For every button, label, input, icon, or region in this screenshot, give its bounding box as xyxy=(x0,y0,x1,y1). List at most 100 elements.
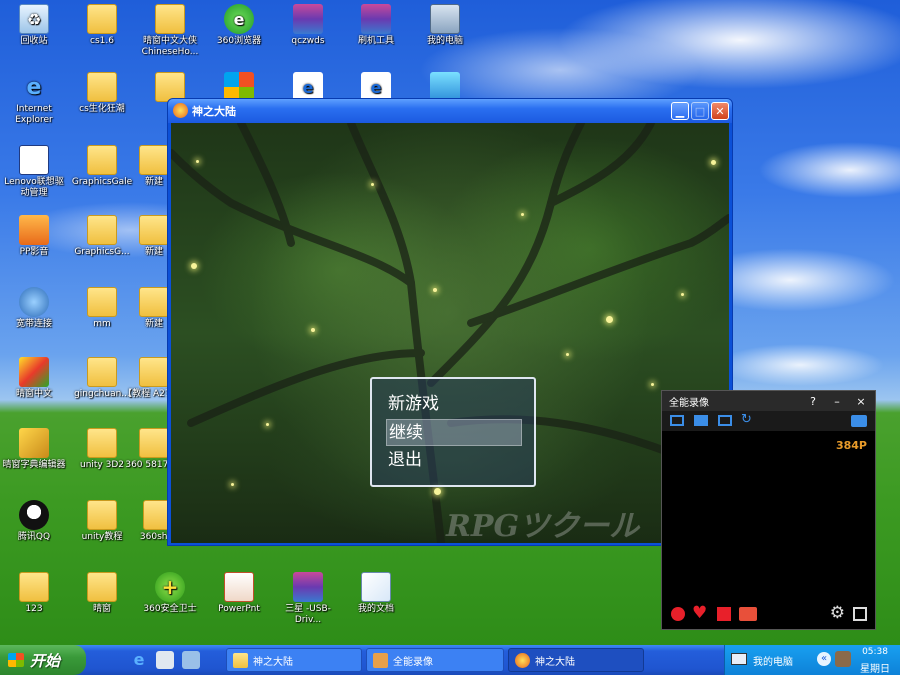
start-button[interactable]: 开始 xyxy=(0,645,86,675)
desktop-icon-pp-player[interactable]: PP影音 xyxy=(0,215,68,258)
taskbar-item-recorder[interactable]: 全能录像 xyxy=(366,648,504,672)
icon-label: unity教程 xyxy=(81,532,123,542)
task-label: 全能录像 xyxy=(393,656,433,668)
desktop-icon-360-browser[interactable]: e 360浏览器 xyxy=(205,4,273,47)
my-computer-icon xyxy=(430,4,460,34)
firefly xyxy=(711,160,716,165)
desktop-icon-360-security[interactable]: + 360安全卫士 xyxy=(136,572,204,615)
camera-settings-icon[interactable] xyxy=(851,415,867,427)
desktop-icon-qingchuang[interactable]: 晴窗中文 xyxy=(0,357,68,400)
keyboard-icon[interactable] xyxy=(731,653,747,665)
recorder-window[interactable]: 全能录像 ? – × ↻ 384P ♥ ⚙ xyxy=(661,390,876,630)
desktop-icon-qczwds[interactable]: qczwds xyxy=(274,4,342,47)
game-canvas[interactable]: 新游戏 继续 退出 RPGツクール xyxy=(171,123,729,543)
taskbar-item-game[interactable]: 神之大陆 xyxy=(508,648,644,672)
powerpoint-icon xyxy=(224,572,254,602)
icon-label: 我的文档 xyxy=(357,604,394,614)
firefly xyxy=(191,263,197,269)
desktop-icon-samsung-usb[interactable]: 三星 -USB-Driv... xyxy=(274,572,342,626)
folder-icon xyxy=(87,428,117,458)
game-window[interactable]: 神之大陆 ▁ □ ✕ 新游戏 继续 退出 RPGツクール xyxy=(167,98,733,546)
recycle-bin-icon: ♻ xyxy=(19,4,49,34)
icon-label: 晴窗中文 xyxy=(15,389,52,399)
desktop-icon-cs16[interactable]: cs1.6 xyxy=(68,4,136,47)
camera-snapshot-icon[interactable] xyxy=(739,607,757,621)
firefly xyxy=(371,183,374,186)
desktop-icon-broadband[interactable]: 宽带连接 xyxy=(0,287,68,330)
icon-label: 新建 xyxy=(144,177,163,187)
window-capture-icon[interactable] xyxy=(694,415,708,426)
icon-label: 新建 xyxy=(144,247,163,257)
desktop-icon-ie[interactable]: e Internet Explorer xyxy=(0,72,68,126)
taskbar-item-explorer[interactable]: 神之大陆 xyxy=(226,648,362,672)
maximize-button[interactable]: □ xyxy=(691,102,709,120)
folder-icon xyxy=(87,572,117,602)
game-window-titlebar[interactable]: 神之大陆 ▁ □ ✕ xyxy=(168,99,732,123)
desktop-icon-chinese-ho[interactable]: 晴窗中文大侠 ChineseHo... xyxy=(136,4,204,58)
desktop-icon-qq[interactable]: 腾讯QQ xyxy=(0,500,68,543)
firefly xyxy=(266,423,269,426)
system-tray: 我的电脑 « 05:38 星期日 xyxy=(724,645,900,675)
desktop-icon-123[interactable]: 123 xyxy=(0,572,68,615)
help-button[interactable]: ? xyxy=(801,391,825,411)
game-window-title: 神之大陆 xyxy=(192,105,236,118)
clock-day[interactable]: 星期日 xyxy=(860,660,890,675)
clock-time[interactable]: 05:38 xyxy=(862,647,888,657)
task-label: 神之大陆 xyxy=(535,656,575,668)
folder-icon xyxy=(233,653,248,668)
title-menu: 新游戏 继续 退出 xyxy=(370,377,536,487)
qq-icon xyxy=(19,500,49,530)
winrar-icon xyxy=(293,572,323,602)
recorder-controls: ♥ ⚙ xyxy=(662,599,875,629)
tray-label[interactable]: 我的电脑 xyxy=(753,653,793,668)
region-capture-icon[interactable] xyxy=(718,415,732,426)
fullscreen-capture-icon[interactable] xyxy=(670,415,684,426)
recorder-minimize-button[interactable]: – xyxy=(825,391,849,411)
recorder-title: 全能录像 xyxy=(669,397,709,409)
refresh-icon[interactable]: ↻ xyxy=(741,412,752,427)
360-security-icon: + xyxy=(155,572,185,602)
menu-item-continue[interactable]: 继续 xyxy=(386,419,522,446)
record-icon[interactable] xyxy=(671,607,685,621)
folder-icon xyxy=(87,287,117,317)
quicklaunch-browser-icon[interactable] xyxy=(156,651,174,669)
resolution-label: 384P xyxy=(835,439,867,452)
firefly xyxy=(651,383,654,386)
close-button[interactable]: ✕ xyxy=(711,102,729,120)
firefly xyxy=(681,293,684,296)
desktop-icon-qingchuang-folder[interactable]: 晴窗 xyxy=(68,572,136,615)
desktop-icon-my-documents[interactable]: 我的文档 xyxy=(342,572,410,615)
desktop-icon-recycle-bin[interactable]: ♻ 回收站 xyxy=(0,4,68,47)
desktop-icon-flash-tool[interactable]: 刷机工具 xyxy=(342,4,410,47)
icon-label: cs1.6 xyxy=(90,36,114,46)
quicklaunch-ie-icon[interactable]: e xyxy=(130,651,148,669)
desktop-icon-lenovo[interactable]: Lenovo联想驱动管理 xyxy=(0,145,68,199)
game-app-icon xyxy=(173,103,188,118)
desktop-icon-cs-zombie[interactable]: cs生化狂潮 xyxy=(68,72,136,115)
desktop-icon-my-computer[interactable]: 我的电脑 xyxy=(411,4,479,47)
icon-label: 刷机工具 xyxy=(357,36,394,46)
firefly xyxy=(196,160,199,163)
menu-item-new-game[interactable]: 新游戏 xyxy=(386,391,522,418)
folder-icon xyxy=(87,72,117,102)
heart-icon[interactable]: ♥ xyxy=(692,603,707,623)
firefly xyxy=(311,328,315,332)
tray-expand-icon[interactable]: « xyxy=(817,652,831,666)
recorder-close-button[interactable]: × xyxy=(849,391,873,411)
user-icon[interactable] xyxy=(835,651,851,667)
recorder-titlebar[interactable]: 全能录像 ? – × xyxy=(662,391,875,411)
start-label: 开始 xyxy=(30,651,61,670)
minimize-button[interactable]: ▁ xyxy=(671,102,689,120)
browser-360-icon: e xyxy=(224,4,254,34)
firefly xyxy=(231,483,234,486)
task-label: 神之大陆 xyxy=(253,656,293,668)
desktop-icon-powerpoint[interactable]: PowerPnt xyxy=(205,572,273,615)
desktop-icon-dictionary-editor[interactable]: 晴窗字典编辑器 xyxy=(0,428,68,471)
stop-icon[interactable] xyxy=(717,607,731,621)
quicklaunch-desktop-icon[interactable] xyxy=(182,651,200,669)
settings-gear-icon[interactable]: ⚙ xyxy=(830,603,845,623)
qingchuang-icon xyxy=(19,357,49,387)
menu-item-exit[interactable]: 退出 xyxy=(386,447,522,474)
icon-label: 新建 xyxy=(144,319,163,329)
export-icon[interactable] xyxy=(853,607,867,621)
